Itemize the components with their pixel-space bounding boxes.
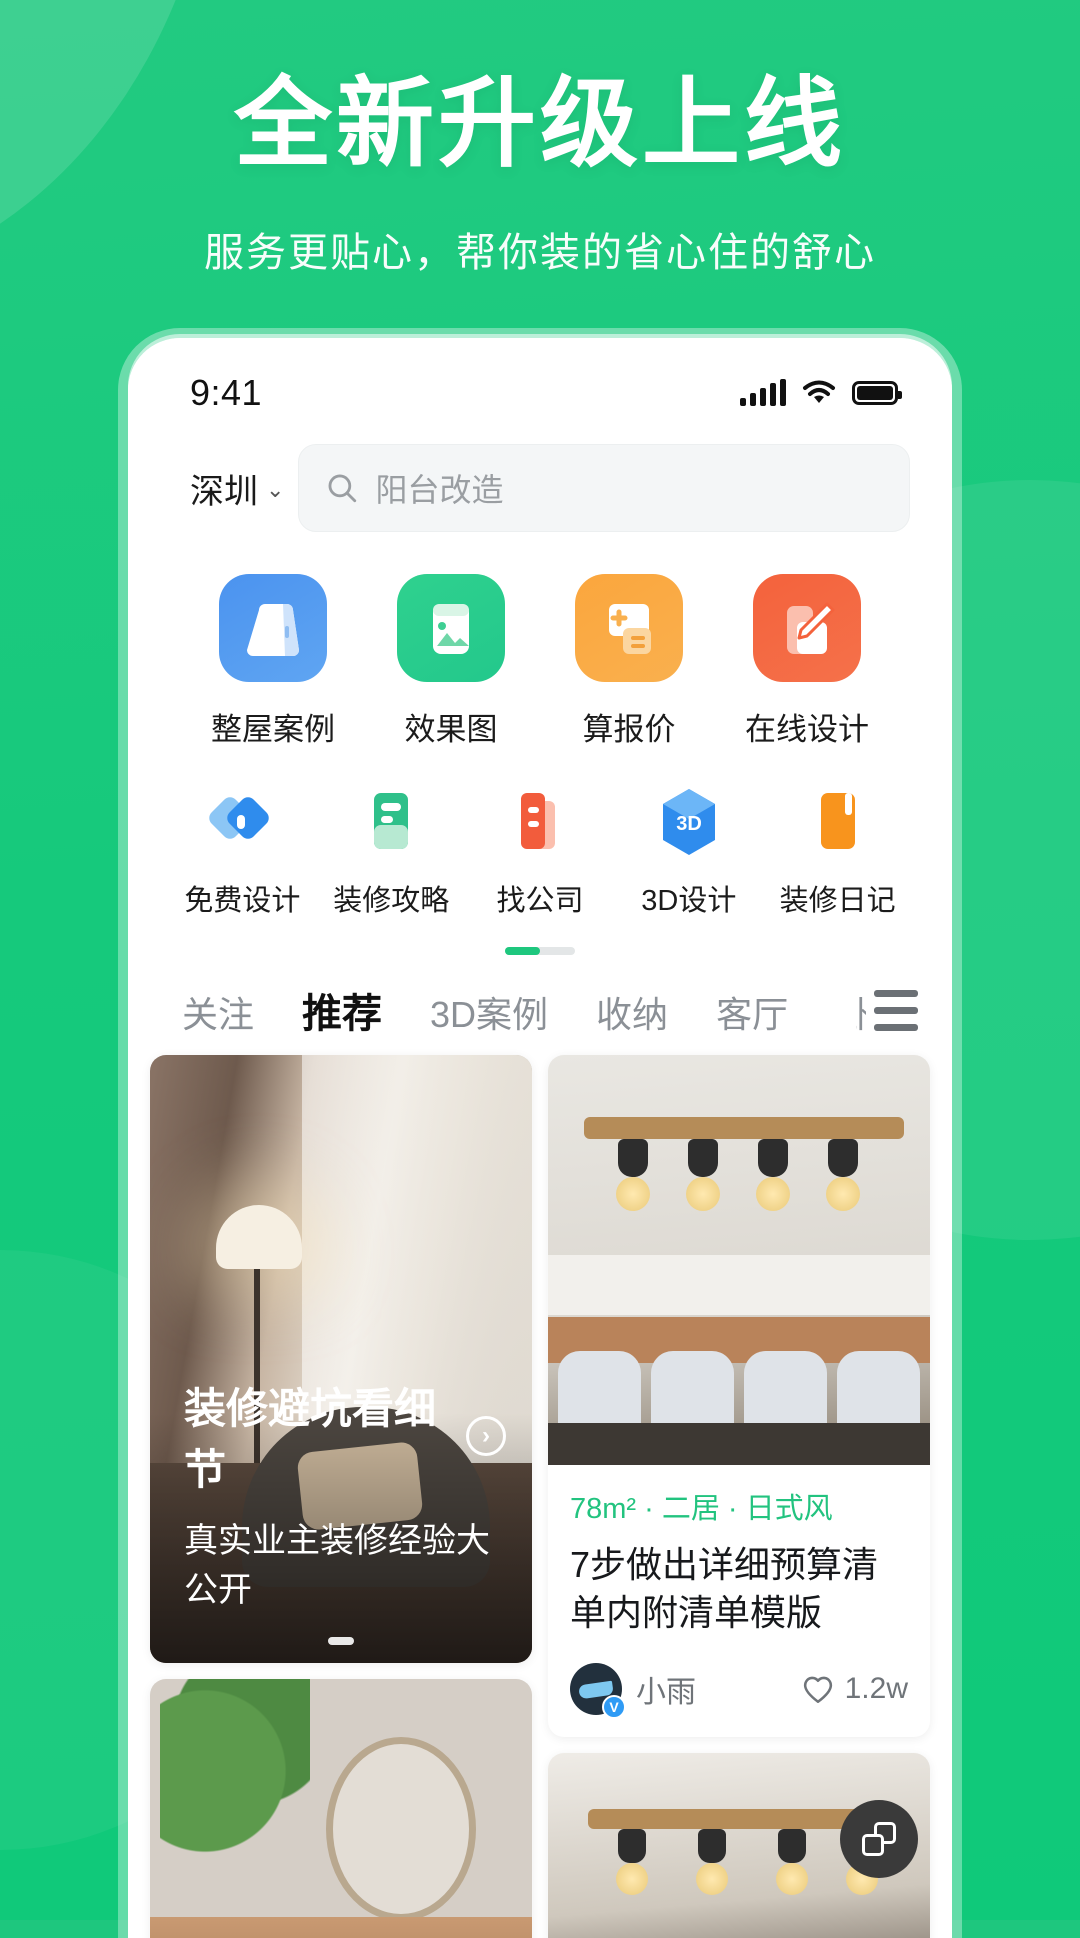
quick-item-label: 装修攻略 (333, 885, 450, 917)
status-bar: 9:41 (128, 338, 952, 426)
tab-living-room[interactable]: 客厅 (716, 986, 788, 1038)
quick-item-label: 装修日记 (779, 885, 896, 917)
hero-subtitle: 真实业主装修经验大公开 (184, 1522, 490, 1609)
svg-text:3D: 3D (676, 813, 702, 835)
living-room-photo (150, 1679, 532, 1938)
feed-column-left: 装修避坑看细节 › 真实业主装修经验大公开 (150, 1055, 532, 1938)
grid-scroll-thumb (505, 947, 540, 955)
search-header: 深圳 ⌄ 阳台改造 (128, 426, 952, 532)
quick-item-diary[interactable]: 装修日记 (763, 785, 912, 919)
quick-grid-row-2: 免费设计 装修攻略 找公司 3D 3D设计 装修日记 (128, 749, 952, 919)
feed-tabs: 关注 推荐 3D案例 收纳 客厅 卧室 (128, 973, 952, 1039)
carousel-indicator (328, 1637, 354, 1645)
quick-item-label: 3D设计 (641, 885, 737, 917)
card-footer: V 小雨 1.2w (570, 1663, 908, 1720)
quick-item-renderings[interactable]: 效果图 (362, 574, 540, 749)
card-title: 7步做出详细预算清单内附清单模版 (570, 1544, 879, 1634)
like-counter[interactable]: 1.2w (801, 1672, 908, 1706)
quick-item-house-case[interactable]: 整屋案例 (184, 574, 362, 749)
quick-item-3d-design[interactable]: 3D 3D设计 (614, 785, 763, 919)
city-label: 深圳 (190, 472, 258, 511)
feed-card-living-room[interactable] (150, 1679, 532, 1938)
multi-window-button[interactable] (840, 1800, 918, 1878)
tab-bedroom[interactable]: 卧室 (836, 986, 866, 1038)
cube-3d-icon: 3D (652, 785, 726, 859)
chevron-right-icon[interactable]: › (466, 1416, 506, 1456)
tab-list[interactable]: 关注 推荐 3D案例 收纳 客厅 卧室 (182, 981, 866, 1039)
quick-item-label: 算报价 (582, 712, 676, 747)
search-input[interactable]: 阳台改造 (298, 444, 910, 532)
promo-copy: 全新升级上线 服务更贴心，帮你装的省心住的舒心 (0, 68, 1080, 278)
battery-icon (852, 381, 902, 405)
quick-item-label: 找公司 (496, 885, 584, 917)
card-body: 78m² · 二居 · 日式风 7步做出详细预算清单内附清单模版 V 小雨 1.… (548, 1465, 930, 1737)
like-count: 1.2w (844, 1672, 908, 1706)
tab-3d-cases[interactable]: 3D案例 (430, 986, 548, 1038)
quick-item-label: 在线设计 (745, 712, 869, 747)
pencil-design-icon (753, 574, 861, 682)
verified-badge-icon: V (602, 1695, 626, 1720)
tab-following[interactable]: 关注 (182, 986, 254, 1038)
hero-text-block: 装修避坑看细节 › 真实业主装修经验大公开 (184, 1375, 506, 1611)
phone-mockup: 9:41 深圳 ⌄ 阳台改造 整屋案例 效果图 算报价 在线设计 免费设计 装修… (128, 338, 952, 1938)
quick-grid-row-1: 整屋案例 效果图 算报价 在线设计 (128, 532, 952, 749)
feed-grid: 装修避坑看细节 › 真实业主装修经验大公开 78m² · 二居 · 日式风 7步… (128, 1039, 952, 1938)
kitchen-dining-photo (548, 1055, 930, 1465)
quick-item-label: 整屋案例 (211, 712, 335, 747)
promo-headline: 全新升级上线 (233, 68, 846, 178)
grid-scroll-indicator[interactable] (505, 947, 575, 955)
calculator-icon (575, 574, 683, 682)
quick-item-find-company[interactable]: 找公司 (466, 785, 615, 919)
tab-recommend[interactable]: 推荐 (302, 981, 382, 1039)
feed-card-budget-article[interactable]: 78m² · 二居 · 日式风 7步做出详细预算清单内附清单模版 V 小雨 1.… (548, 1055, 930, 1738)
quick-item-guide[interactable]: 装修攻略 (317, 785, 466, 919)
find-company-icon (503, 785, 577, 859)
quick-item-label: 效果图 (404, 712, 498, 747)
quick-item-quote[interactable]: 算报价 (540, 574, 718, 749)
guide-book-icon (354, 785, 428, 859)
hero-banner-card[interactable]: 装修避坑看细节 › 真实业主装修经验大公开 (150, 1055, 532, 1663)
hero-title: 装修避坑看细节 (184, 1385, 437, 1493)
author-block[interactable]: V 小雨 (570, 1663, 696, 1720)
author-name: 小雨 (636, 1676, 696, 1710)
city-selector[interactable]: 深圳 ⌄ (190, 464, 284, 513)
tab-storage[interactable]: 收纳 (596, 986, 668, 1038)
status-time: 9:41 (190, 372, 263, 413)
photo-icon (397, 574, 505, 682)
promo-subheadline: 服务更贴心，帮你装的省心住的舒心 (204, 230, 876, 275)
search-placeholder: 阳台改造 (375, 472, 504, 508)
hero-title-row: 装修避坑看细节 › (184, 1375, 506, 1497)
avatar: V (570, 1663, 626, 1720)
hamburger-menu-icon[interactable] (866, 989, 918, 1031)
house-case-icon (219, 574, 327, 682)
signal-icon (740, 379, 786, 406)
quick-item-online-design[interactable]: 在线设计 (718, 574, 896, 749)
chevron-down-icon: ⌄ (266, 477, 285, 502)
quick-item-free-design[interactable]: 免费设计 (168, 785, 317, 919)
card-meta: 78m² · 二居 · 日式风 (570, 1493, 833, 1525)
wifi-icon (803, 380, 835, 403)
status-icons (740, 379, 902, 406)
free-design-icon (205, 785, 279, 859)
search-icon (328, 474, 357, 503)
quick-item-label: 免费设计 (184, 885, 301, 917)
diary-icon (801, 785, 875, 859)
heart-icon (803, 1677, 832, 1704)
multi-window-icon (862, 1822, 896, 1856)
phone-screen: 9:41 深圳 ⌄ 阳台改造 整屋案例 效果图 算报价 在线设计 免费设计 装修… (128, 338, 952, 1938)
